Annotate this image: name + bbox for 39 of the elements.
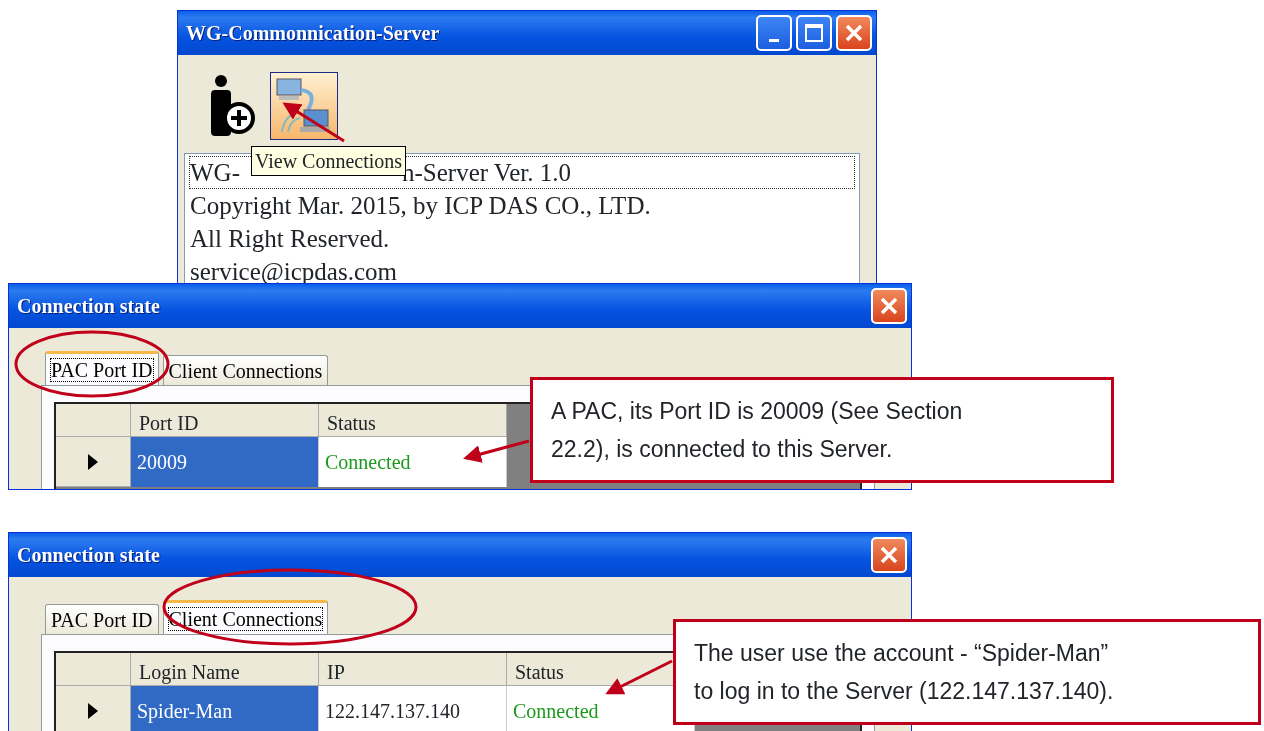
- add-user-icon: [209, 73, 255, 138]
- callout-text: A PAC, its Port ID is 20009 (See Section: [551, 397, 964, 426]
- close-icon: [879, 296, 899, 316]
- close-icon: [879, 545, 899, 565]
- maximize-button[interactable]: [796, 15, 832, 51]
- table-cell: 20009: [131, 437, 319, 487]
- window-title: Connection state: [17, 294, 161, 319]
- column-header: Port ID: [131, 404, 319, 437]
- info-text: WG-: [190, 158, 240, 188]
- info-text: Copyright Mar. 2015, by ICP DAS CO., LTD.: [190, 191, 651, 221]
- info-text: service@icpdas.com: [190, 257, 397, 287]
- window-title: Connection state: [17, 543, 161, 568]
- column-header: Login Name: [131, 653, 319, 686]
- window-title: WG-Commonnication-Server: [186, 21, 441, 46]
- minimize-button[interactable]: [756, 15, 792, 51]
- maximize-icon: [804, 23, 824, 43]
- close-button[interactable]: [871, 288, 907, 324]
- toolbar-button[interactable]: [270, 71, 338, 140]
- current-row-icon: [88, 702, 98, 719]
- close-button[interactable]: [871, 537, 907, 573]
- callout-text: to log in to the Server (122.147.137.140).: [694, 677, 1115, 706]
- table-cell: Spider-Man: [131, 686, 319, 731]
- tab[interactable]: PAC Port ID: [45, 351, 159, 385]
- column-header: Status: [319, 404, 507, 437]
- column-header: IP: [319, 653, 507, 686]
- info-text: All Right Reserved.: [190, 224, 390, 254]
- table-cell: 122.147.137.140: [319, 686, 507, 731]
- pointer-arrow: [282, 102, 345, 143]
- tab[interactable]: PAC Port ID: [45, 604, 159, 634]
- tab[interactable]: Client Connections: [162, 355, 329, 385]
- tab[interactable]: Client Connections: [162, 600, 329, 634]
- callout-text: 22.2), is connected to this Server.: [551, 435, 894, 464]
- tooltip: View Connections: [251, 146, 407, 176]
- minimize-icon: [769, 38, 779, 42]
- callout-text: The user use the account - “Spider-Man”: [694, 639, 1110, 668]
- current-row-icon: [88, 453, 98, 470]
- table-cell: Connected: [319, 437, 507, 487]
- close-icon: [844, 23, 864, 43]
- close-button[interactable]: [836, 15, 872, 51]
